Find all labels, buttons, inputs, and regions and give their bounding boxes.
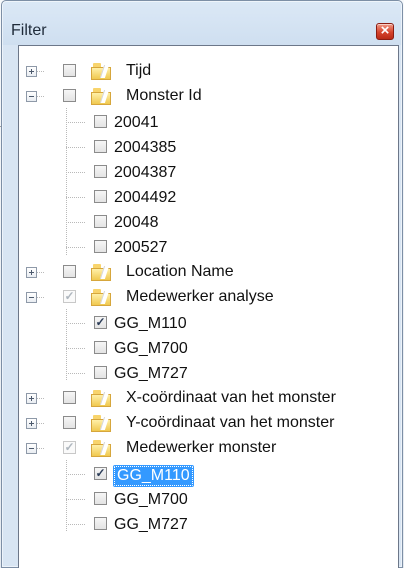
tree-connector — [37, 272, 44, 273]
close-button[interactable]: × — [376, 23, 394, 40]
tree-checkbox[interactable] — [94, 140, 107, 153]
tree-child-row[interactable]: 200527 — [19, 235, 398, 260]
tree-connector — [37, 297, 44, 298]
tree-connector — [37, 398, 44, 399]
tree-node-label: Location Name — [126, 263, 234, 280]
tree-child-row[interactable]: 2004385 — [19, 135, 398, 160]
tree-node-label: Monster Id — [126, 87, 202, 104]
tree-child-label: GG_M727 — [114, 516, 188, 533]
tree-child-label: 200527 — [114, 239, 168, 256]
tree-connector — [66, 323, 86, 324]
tree-connector — [66, 197, 86, 198]
tree-connector — [66, 147, 86, 148]
tree-checkbox[interactable] — [94, 240, 107, 253]
folder-icon — [91, 289, 114, 306]
tree-checkbox[interactable] — [94, 215, 107, 228]
collapse-toggle-icon[interactable] — [26, 91, 37, 102]
tree-connector — [66, 122, 86, 123]
tree-connector — [66, 247, 86, 248]
tree-node-label: Y-coördinaat van het monster — [126, 414, 335, 431]
tree-connector — [37, 96, 44, 97]
window-title: Filter — [11, 22, 47, 39]
tree-checkbox[interactable] — [94, 492, 107, 505]
tree-child-label: 2004387 — [114, 164, 177, 181]
tree-checkbox[interactable] — [94, 115, 107, 128]
checked-checkbox[interactable]: ✓ — [94, 316, 107, 329]
collapse-toggle-icon[interactable] — [26, 443, 37, 454]
tree-connector — [37, 448, 44, 449]
tree-node-y-coordinaat[interactable]: Y-coördinaat van het monster — [19, 411, 398, 436]
tree-node-label: Medewerker analyse — [126, 288, 274, 305]
tree-connector — [66, 474, 86, 475]
checked-checkbox[interactable]: ✓ — [94, 467, 107, 480]
tree-child-row[interactable]: 2004387 — [19, 160, 398, 185]
tree-child-label: GG_M727 — [114, 365, 188, 382]
tree-child-row[interactable]: GG_M700 — [19, 487, 398, 512]
expand-toggle-icon[interactable] — [26, 66, 37, 77]
screen: Filter × Tijd Monster Id 20041 2004385 2… — [0, 0, 404, 568]
tree-node-monster-id[interactable]: Monster Id — [19, 84, 398, 109]
tree-node-tijd[interactable]: Tijd — [19, 59, 398, 84]
tree-connector — [66, 373, 86, 374]
tree-child-label: 20048 — [114, 214, 159, 231]
tree-node-label: Medewerker monster — [126, 439, 277, 456]
tree-child-row[interactable]: GG_M727 — [19, 361, 398, 386]
tree-child-row-selected[interactable]: ✓ GG_M110 — [19, 462, 398, 487]
tree-child-label: 2004492 — [114, 189, 177, 206]
tree-node-label: Tijd — [126, 62, 152, 79]
folder-icon — [91, 63, 114, 80]
tree-child-label: GG_M700 — [114, 491, 188, 508]
collapse-toggle-icon[interactable] — [26, 292, 37, 303]
expand-toggle-icon[interactable] — [26, 393, 37, 404]
tree-checkbox[interactable] — [63, 416, 76, 429]
tree-child-row[interactable]: 2004492 — [19, 185, 398, 210]
tree-connector — [37, 423, 44, 424]
tree-child-row[interactable]: GG_M727 — [19, 512, 398, 537]
tree-checkbox[interactable] — [94, 165, 107, 178]
tree-checkbox[interactable] — [94, 190, 107, 203]
tree-connector — [66, 524, 86, 525]
tree-checkbox[interactable] — [63, 89, 76, 102]
tree-node-label: X-coördinaat van het monster — [126, 389, 336, 406]
tree-connector — [66, 172, 86, 173]
tree-child-label: 20041 — [114, 114, 159, 131]
tree-connector — [37, 71, 44, 72]
tree-node-location-name[interactable]: Location Name — [19, 260, 398, 285]
tree-child-row[interactable]: ✓ GG_M110 — [19, 311, 398, 336]
tree-node-x-coordinaat[interactable]: X-coördinaat van het monster — [19, 386, 398, 411]
tree-child-label: 2004385 — [114, 139, 177, 156]
tree-connector — [66, 222, 86, 223]
tree-connector — [66, 499, 86, 500]
tree-checkbox[interactable] — [94, 517, 107, 530]
partial-checkbox[interactable]: ✓ — [63, 441, 76, 454]
folder-icon — [91, 264, 114, 281]
filter-tree[interactable]: Tijd Monster Id 20041 2004385 2004387 20… — [18, 45, 399, 568]
filter-window: Filter × Tijd Monster Id 20041 2004385 2… — [1, 0, 403, 568]
tree-child-row[interactable]: GG_M700 — [19, 336, 398, 361]
tree-checkbox[interactable] — [63, 265, 76, 278]
tree-child-row[interactable]: 20041 — [19, 110, 398, 135]
tree-child-label: GG_M110 — [114, 315, 187, 332]
folder-icon — [91, 390, 114, 407]
tree-node-medewerker-monster[interactable]: ✓ Medewerker monster — [19, 436, 398, 461]
folder-icon — [91, 415, 114, 432]
selected-tree-child-label[interactable]: GG_M110 — [113, 465, 194, 487]
folder-icon — [91, 440, 114, 457]
expand-toggle-icon[interactable] — [26, 418, 37, 429]
folder-icon — [91, 88, 114, 105]
tree-connector — [66, 348, 86, 349]
close-icon: × — [380, 22, 390, 39]
tree-checkbox[interactable] — [94, 366, 107, 379]
tree-checkbox[interactable] — [94, 341, 107, 354]
partial-checkbox[interactable]: ✓ — [63, 290, 76, 303]
tree-child-label: GG_M700 — [114, 340, 188, 357]
tree-child-row[interactable]: 20048 — [19, 210, 398, 235]
tree-checkbox[interactable] — [63, 391, 76, 404]
title-bar: Filter × — [2, 1, 402, 43]
tree-checkbox[interactable] — [63, 64, 76, 77]
expand-toggle-icon[interactable] — [26, 267, 37, 278]
tree-node-medewerker-analyse[interactable]: ✓ Medewerker analyse — [19, 285, 398, 310]
